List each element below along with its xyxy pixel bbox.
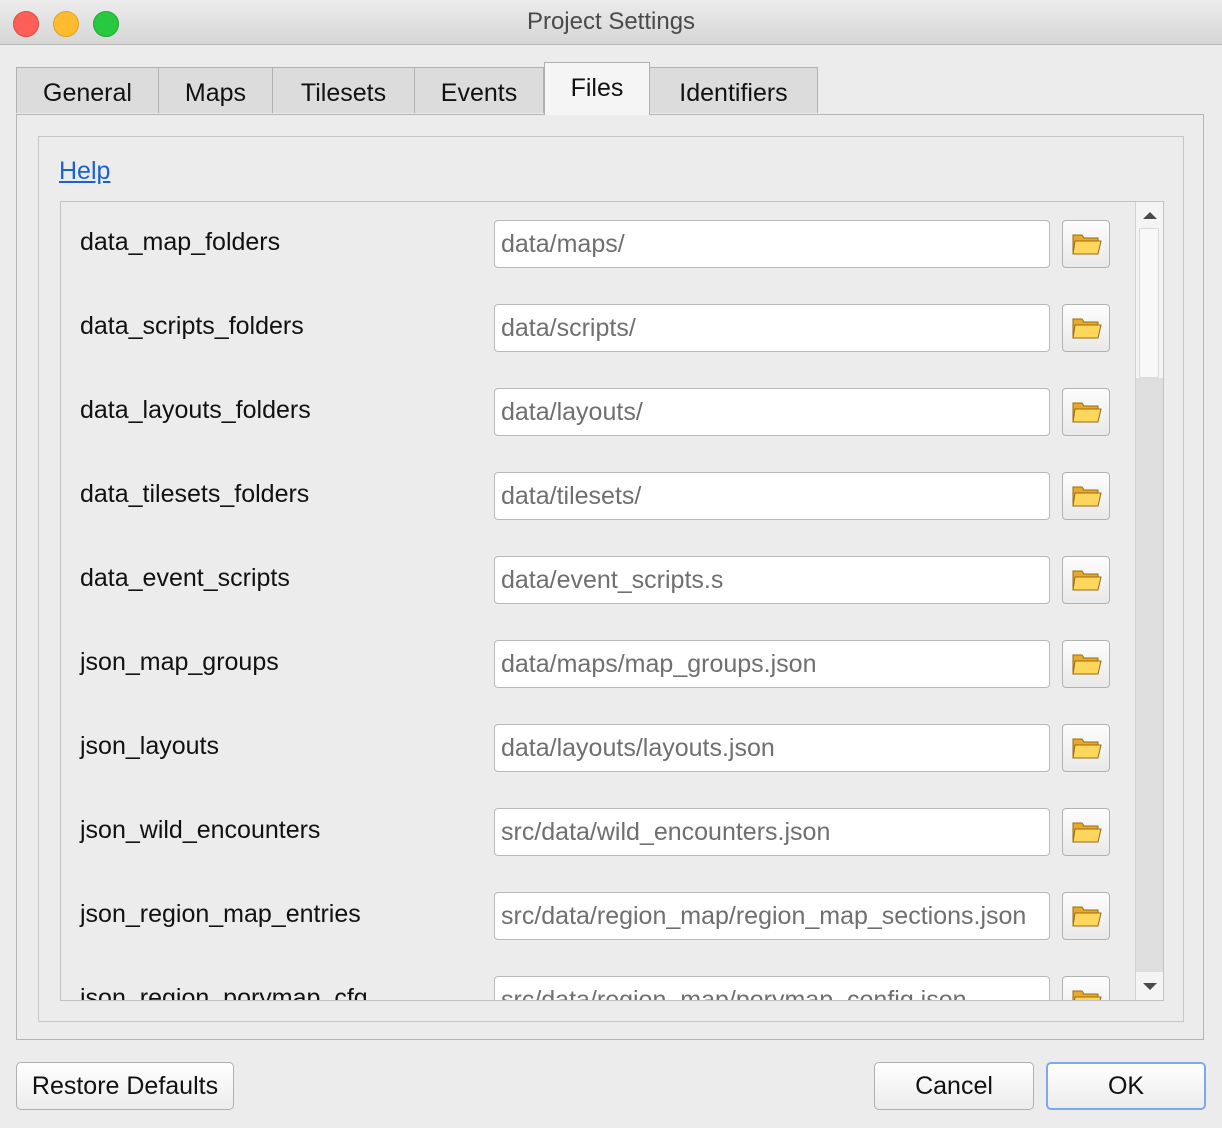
files-scroll-area[interactable]: data_map_folders data_scripts_foldersdata… xyxy=(60,201,1164,1001)
browse-folder-button[interactable] xyxy=(1062,808,1110,856)
browse-folder-button[interactable] xyxy=(1062,892,1110,940)
title-bar: Project Settings xyxy=(0,0,1222,45)
file-path-input[interactable] xyxy=(494,640,1050,688)
file-setting-label: json_region_map_entries xyxy=(80,900,361,928)
file-setting-label: data_event_scripts xyxy=(80,564,290,592)
tab-maps[interactable]: Maps xyxy=(158,67,273,113)
file-path-input[interactable] xyxy=(494,388,1050,436)
scrollbar-thumb[interactable] xyxy=(1139,228,1159,378)
file-path-input[interactable] xyxy=(494,304,1050,352)
ok-button[interactable]: OK xyxy=(1046,1062,1206,1110)
cancel-button[interactable]: Cancel xyxy=(874,1062,1034,1110)
file-setting-row: data_layouts_folders xyxy=(61,370,1135,454)
file-setting-label: json_wild_encounters xyxy=(80,816,321,844)
file-path-input[interactable] xyxy=(494,472,1050,520)
scrollbar-track[interactable] xyxy=(1136,378,1163,972)
browse-folder-button[interactable] xyxy=(1062,640,1110,688)
tab-general[interactable]: General xyxy=(16,67,159,113)
scroll-up-arrow-icon[interactable] xyxy=(1136,202,1163,228)
vertical-scrollbar[interactable] xyxy=(1135,202,1163,1000)
window-title: Project Settings xyxy=(526,8,696,35)
file-setting-row: data_event_scripts xyxy=(61,538,1135,622)
browse-folder-button[interactable] xyxy=(1062,724,1110,772)
file-setting-row: json_map_groups xyxy=(61,622,1135,706)
tab-files[interactable]: Files xyxy=(544,62,650,115)
tab-identifiers[interactable]: Identifiers xyxy=(649,67,818,113)
file-setting-row: json_region_map_entries xyxy=(61,874,1135,958)
tab-tilesets[interactable]: Tilesets xyxy=(272,67,415,113)
file-setting-label: data_scripts_folders xyxy=(80,312,304,340)
browse-folder-button[interactable] xyxy=(1062,976,1110,1000)
file-setting-label: json_map_groups xyxy=(80,648,279,676)
browse-folder-button[interactable] xyxy=(1062,304,1110,352)
restore-defaults-button[interactable]: Restore Defaults xyxy=(16,1062,234,1110)
file-path-input[interactable] xyxy=(494,556,1050,604)
file-path-input[interactable] xyxy=(494,724,1050,772)
file-setting-row: json_region_porymap_cfg xyxy=(61,958,1135,1001)
file-setting-label: json_region_porymap_cfg xyxy=(80,984,368,1001)
browse-folder-button[interactable] xyxy=(1062,556,1110,604)
files-tab-panel: Help data_map_folders data_scripts_folder… xyxy=(16,114,1204,1040)
file-path-input[interactable] xyxy=(494,220,1050,268)
file-setting-label: data_map_folders xyxy=(80,228,281,256)
file-setting-label: data_tilesets_folders xyxy=(80,480,310,508)
files-group-box: Help data_map_folders data_scripts_folder… xyxy=(38,136,1184,1022)
file-setting-label: json_layouts xyxy=(80,732,219,760)
file-setting-row: data_scripts_folders xyxy=(61,286,1135,370)
browse-folder-button[interactable] xyxy=(1062,472,1110,520)
scroll-down-arrow-icon[interactable] xyxy=(1136,974,1163,1000)
file-setting-row: data_tilesets_folders xyxy=(61,454,1135,538)
browse-folder-button[interactable] xyxy=(1062,220,1110,268)
file-setting-row: json_layouts xyxy=(61,706,1135,790)
help-link[interactable]: Help xyxy=(59,157,110,186)
browse-folder-button[interactable] xyxy=(1062,388,1110,436)
file-path-input[interactable] xyxy=(494,892,1050,940)
file-setting-row: json_wild_encounters xyxy=(61,790,1135,874)
file-path-input[interactable] xyxy=(494,808,1050,856)
file-setting-row: data_map_folders xyxy=(61,202,1135,286)
file-setting-label: data_layouts_folders xyxy=(80,396,311,424)
tab-events[interactable]: Events xyxy=(414,67,544,113)
file-path-input[interactable] xyxy=(494,976,1050,1000)
